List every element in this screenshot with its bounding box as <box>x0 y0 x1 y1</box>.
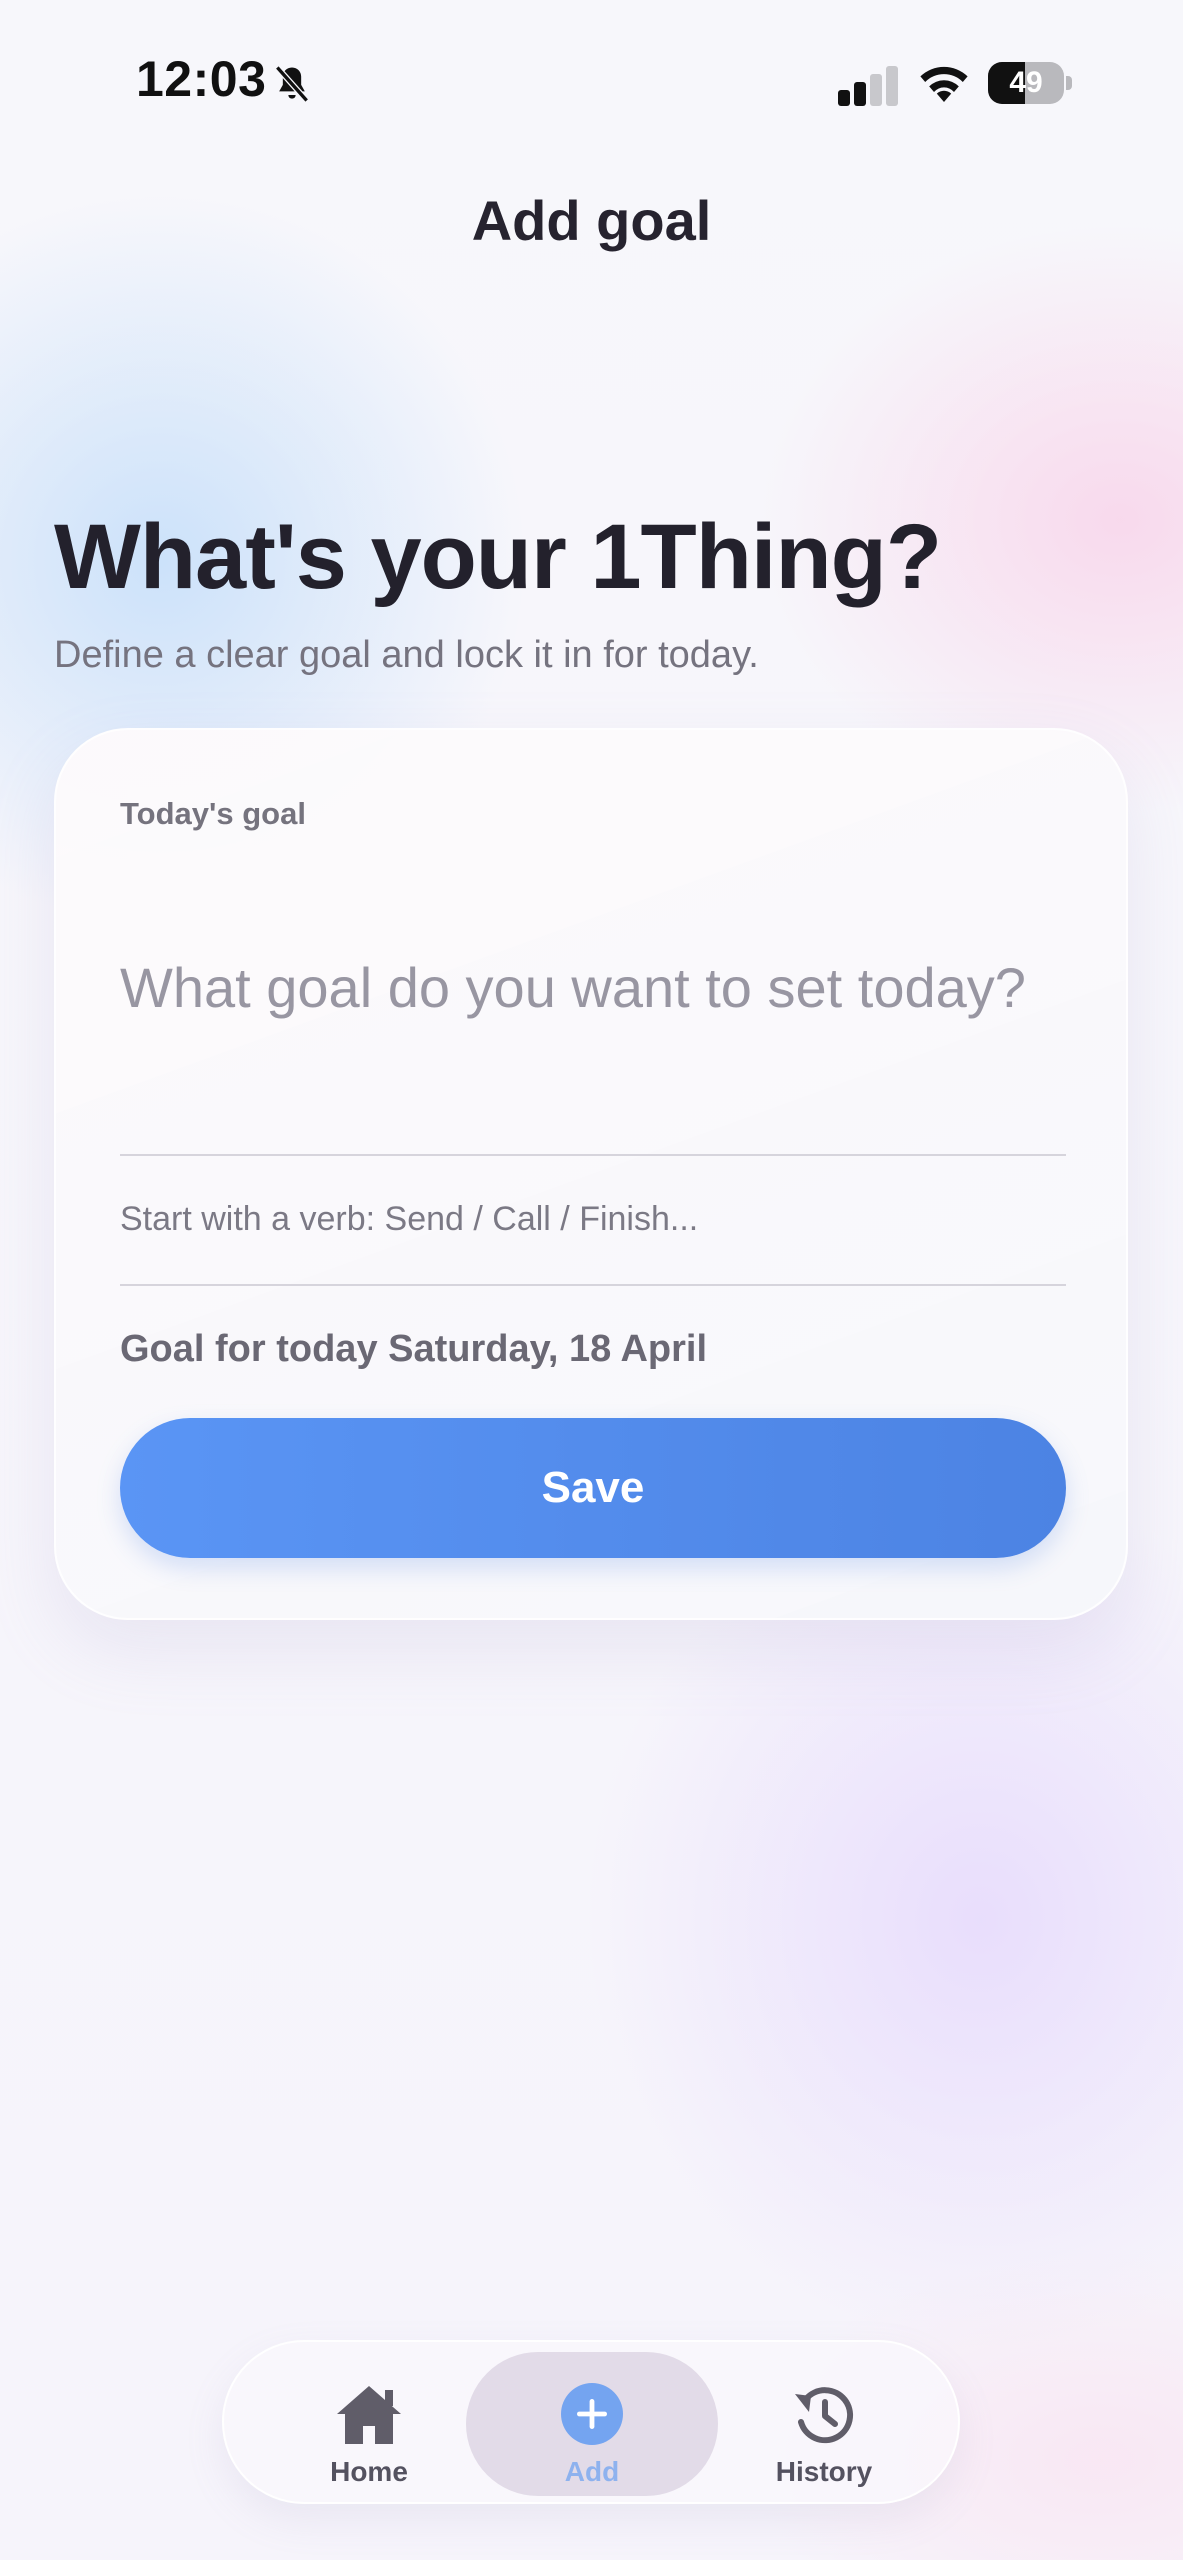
status-bar: 12:03 49 <box>0 0 1183 170</box>
battery-body: 49 <box>988 62 1064 104</box>
battery-percentage: 49 <box>1009 66 1043 99</box>
divider <box>120 1284 1066 1286</box>
tab-label: Add <box>564 2456 620 2487</box>
page-title: Add goal <box>471 189 712 252</box>
home-icon <box>337 2386 401 2444</box>
tab-home[interactable]: Home <box>294 2352 444 2496</box>
history-icon <box>795 2387 854 2444</box>
battery-indicator: 49 <box>988 62 1072 106</box>
tab-label: Home <box>330 2456 408 2487</box>
cellular-signal-icon <box>838 66 898 106</box>
tab-history[interactable]: History <box>744 2352 904 2496</box>
goal-field-label: Today's goal <box>120 796 306 831</box>
wifi-icon <box>920 66 968 102</box>
tab-label: History <box>775 2456 873 2487</box>
battery-tip <box>1066 76 1072 90</box>
goal-date: Goal for today Saturday, 18 April <box>120 1328 708 1370</box>
tab-add[interactable]: Add <box>466 2352 718 2496</box>
goal-input[interactable] <box>120 942 1070 1032</box>
hero-subtitle: Define a clear goal and lock it in for t… <box>54 634 759 676</box>
hero-title: What's your 1Thing? <box>54 506 942 608</box>
goal-hint: Start with a verb: Send / Call / Finish.… <box>120 1200 699 1238</box>
tab-bar: Home Add History <box>222 2340 960 2504</box>
status-time: 12:03 <box>136 51 267 107</box>
goal-card: Today's goal Start with a verb: Send / C… <box>54 728 1128 1620</box>
save-button[interactable]: Save <box>120 1418 1066 1558</box>
bell-slash-icon <box>275 65 309 103</box>
plus-circle-icon <box>561 2383 623 2445</box>
divider <box>120 1154 1066 1156</box>
